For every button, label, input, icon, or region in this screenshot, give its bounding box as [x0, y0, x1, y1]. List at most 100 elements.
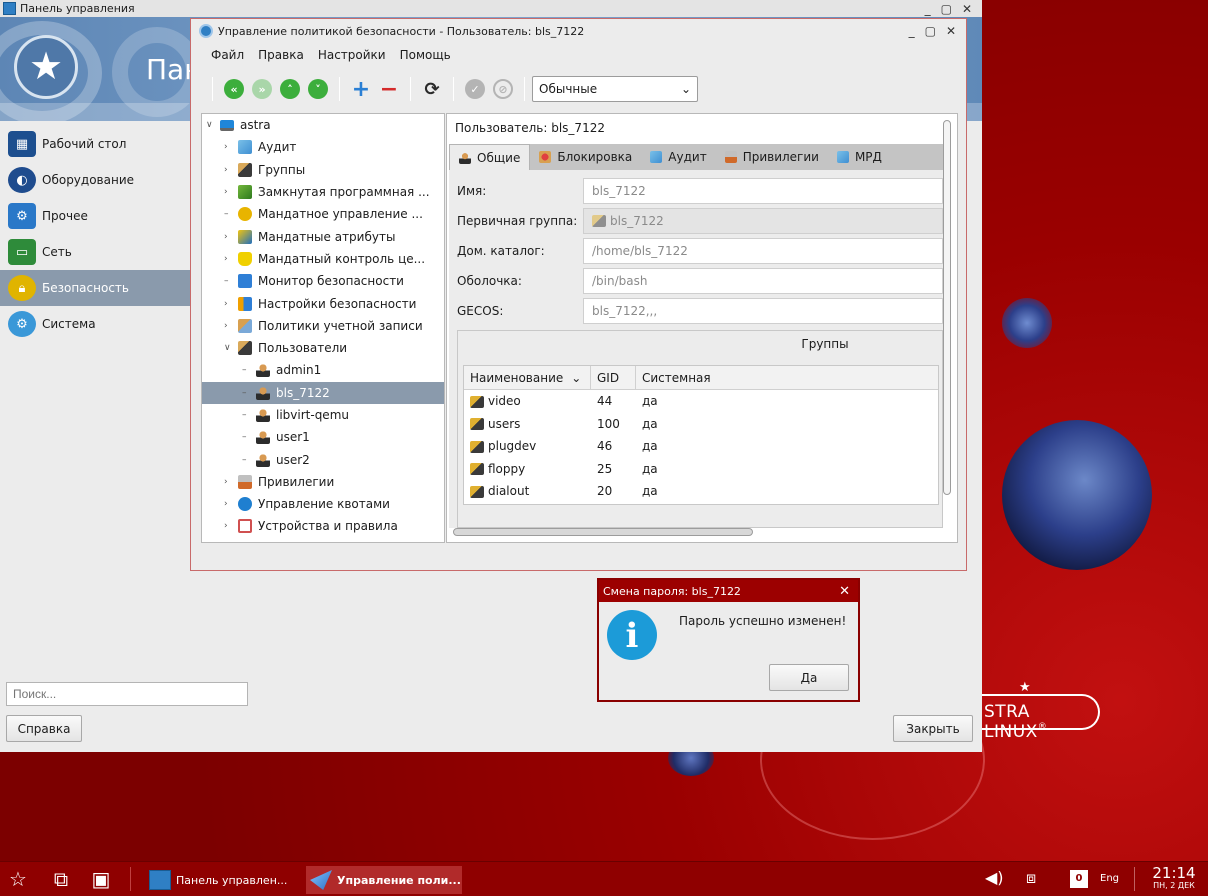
- column-header-gid[interactable]: GID: [591, 366, 636, 390]
- name-field[interactable]: bls_7122: [583, 178, 943, 204]
- menu-settings[interactable]: Настройки: [318, 48, 386, 62]
- home-field[interactable]: /home/bls_7122: [583, 238, 943, 264]
- nav-item-system[interactable]: ⚙ Система: [0, 306, 190, 342]
- user-details-panel: Пользователь: bls_7122 Общие Блокировка …: [446, 113, 958, 543]
- close-icon[interactable]: ✕: [962, 2, 972, 16]
- nav-item-hardware[interactable]: ◐ Оборудование: [0, 162, 190, 198]
- nav-item-network[interactable]: ▭ Сеть: [0, 234, 190, 270]
- vertical-scrollbar[interactable]: [943, 120, 951, 495]
- tree-item[interactable]: – admin1: [202, 359, 444, 381]
- tree-item[interactable]: › Привилегии: [202, 471, 444, 493]
- menu-help[interactable]: Помощь: [400, 48, 451, 62]
- expand-open-icon[interactable]: ∨: [224, 343, 236, 353]
- tab-mrd[interactable]: МРД: [828, 144, 891, 170]
- tree-item[interactable]: – Монитор безопасности: [202, 270, 444, 292]
- dialog-titlebar[interactable]: Смена пароля: bls_7122 ✕: [599, 580, 858, 602]
- tree-item[interactable]: › Устройства и правила: [202, 515, 444, 537]
- close-icon[interactable]: ✕: [946, 24, 956, 38]
- expand-closed-icon[interactable]: ›: [224, 299, 236, 309]
- tree-item[interactable]: › Замкнутая программная ...: [202, 181, 444, 203]
- minimize-icon[interactable]: _: [925, 2, 931, 16]
- expand-closed-icon[interactable]: ›: [224, 321, 236, 331]
- maximize-icon[interactable]: ▢: [925, 24, 936, 38]
- volume-icon[interactable]: ◀︎): [985, 868, 1004, 887]
- expand-open-icon[interactable]: ∨: [206, 120, 218, 130]
- close-icon[interactable]: ✕: [839, 584, 858, 599]
- column-header-system[interactable]: Системная: [636, 366, 938, 390]
- table-row[interactable]: floppy 25 да: [464, 458, 938, 481]
- tree-item[interactable]: ∨ Пользователи: [202, 337, 444, 359]
- menu-edit[interactable]: Правка: [258, 48, 304, 62]
- minimize-icon[interactable]: _: [909, 24, 915, 38]
- windows-switch-icon[interactable]: ⧉: [49, 868, 73, 890]
- remove-icon[interactable]: −: [378, 77, 400, 102]
- table-row[interactable]: users 100 да: [464, 413, 938, 436]
- maximize-icon[interactable]: ▢: [941, 2, 952, 16]
- refresh-icon[interactable]: ⟳: [421, 78, 443, 100]
- tab-privileges[interactable]: Привилегии: [716, 144, 828, 170]
- tab-audit[interactable]: Аудит: [641, 144, 715, 170]
- clock[interactable]: 21:14 ПН, 2 ДЕК: [1144, 865, 1204, 891]
- tree-item[interactable]: – bls_7122: [202, 381, 444, 404]
- search-input[interactable]: [6, 682, 248, 706]
- table-row[interactable]: plugdev 46 да: [464, 435, 938, 458]
- task-control-panel[interactable]: Панель управлен...: [145, 866, 295, 894]
- expand-closed-icon[interactable]: ›: [224, 254, 236, 264]
- column-header-name[interactable]: Наименование ⌄: [464, 366, 591, 390]
- up-icon[interactable]: ˄: [280, 79, 300, 99]
- apply-icon[interactable]: ✓: [465, 79, 485, 99]
- nav-item-desktop[interactable]: ▦ Рабочий стол: [0, 126, 190, 162]
- start-menu-icon[interactable]: ☆: [6, 868, 30, 890]
- task-label: Панель управлен...: [176, 873, 288, 887]
- quota-icon: [238, 497, 252, 512]
- tree-item[interactable]: › Группы: [202, 159, 444, 181]
- network-status-icon[interactable]: ⧈: [1026, 868, 1036, 888]
- close-button[interactable]: Закрыть: [893, 715, 973, 742]
- expand-closed-icon[interactable]: ›: [224, 232, 236, 242]
- control-panel-titlebar[interactable]: Панель управления _ ▢ ✕: [0, 0, 982, 17]
- down-icon[interactable]: ˅: [308, 79, 328, 99]
- ok-button[interactable]: Да: [769, 664, 849, 691]
- table-row[interactable]: video 44 да: [464, 390, 938, 413]
- language-indicator[interactable]: Eng: [1100, 873, 1119, 884]
- desktop-toggle-icon[interactable]: ▣: [89, 868, 113, 890]
- cancel-icon[interactable]: ⊘: [493, 79, 513, 99]
- tree-item[interactable]: › Мандатный контроль це...: [202, 248, 444, 270]
- tree-item[interactable]: – user2: [202, 448, 444, 470]
- tree-item[interactable]: – libvirt-qemu: [202, 404, 444, 426]
- keyboard-indicator[interactable]: 0: [1070, 870, 1088, 888]
- help-button[interactable]: Справка: [6, 715, 82, 742]
- nav-item-other[interactable]: ⚙ Прочее: [0, 198, 190, 234]
- tree-item[interactable]: › Мандатные атрибуты: [202, 225, 444, 247]
- tab-label: Привилегии: [742, 150, 819, 164]
- gecos-field[interactable]: bls_7122,,,: [583, 298, 943, 324]
- tree-item[interactable]: › Настройки безопасности: [202, 292, 444, 314]
- expand-closed-icon[interactable]: ›: [224, 521, 236, 531]
- tree-item[interactable]: › Управление квотами: [202, 493, 444, 515]
- policy-window-titlebar[interactable]: Управление политикой безопасности - Поль…: [191, 19, 966, 43]
- tab-general[interactable]: Общие: [449, 144, 531, 170]
- menu-file[interactable]: Файл: [211, 48, 244, 62]
- expand-closed-icon[interactable]: ›: [224, 477, 236, 487]
- table-row[interactable]: dialout 20 да: [464, 480, 938, 503]
- mode-select[interactable]: Обычные ⌄: [532, 76, 698, 102]
- tree-item[interactable]: – user1: [202, 426, 444, 448]
- tree-item[interactable]: › Политики учетной записи: [202, 315, 444, 337]
- expand-closed-icon[interactable]: ›: [224, 142, 236, 152]
- tab-lock[interactable]: Блокировка: [530, 144, 641, 170]
- nav-item-security[interactable]: 🔒︎ Безопасность: [0, 270, 190, 306]
- tree-item[interactable]: ∨ astra: [202, 114, 444, 136]
- policy-window-title: Управление политикой безопасности - Поль…: [218, 24, 585, 38]
- task-policy-manager[interactable]: Управление поли...: [306, 866, 462, 894]
- expand-closed-icon[interactable]: ›: [224, 187, 236, 197]
- add-icon[interactable]: +: [350, 77, 372, 102]
- expand-closed-icon[interactable]: ›: [224, 499, 236, 509]
- primary-group-field[interactable]: bls_7122: [583, 208, 943, 234]
- tree-item[interactable]: › Аудит: [202, 136, 444, 158]
- shell-field[interactable]: /bin/bash: [583, 268, 943, 294]
- horizontal-scrollbar[interactable]: [453, 528, 753, 536]
- last-icon[interactable]: »: [252, 79, 272, 99]
- tree-item[interactable]: – Мандатное управление ...: [202, 203, 444, 225]
- first-icon[interactable]: «: [224, 79, 244, 99]
- expand-closed-icon[interactable]: ›: [224, 165, 236, 175]
